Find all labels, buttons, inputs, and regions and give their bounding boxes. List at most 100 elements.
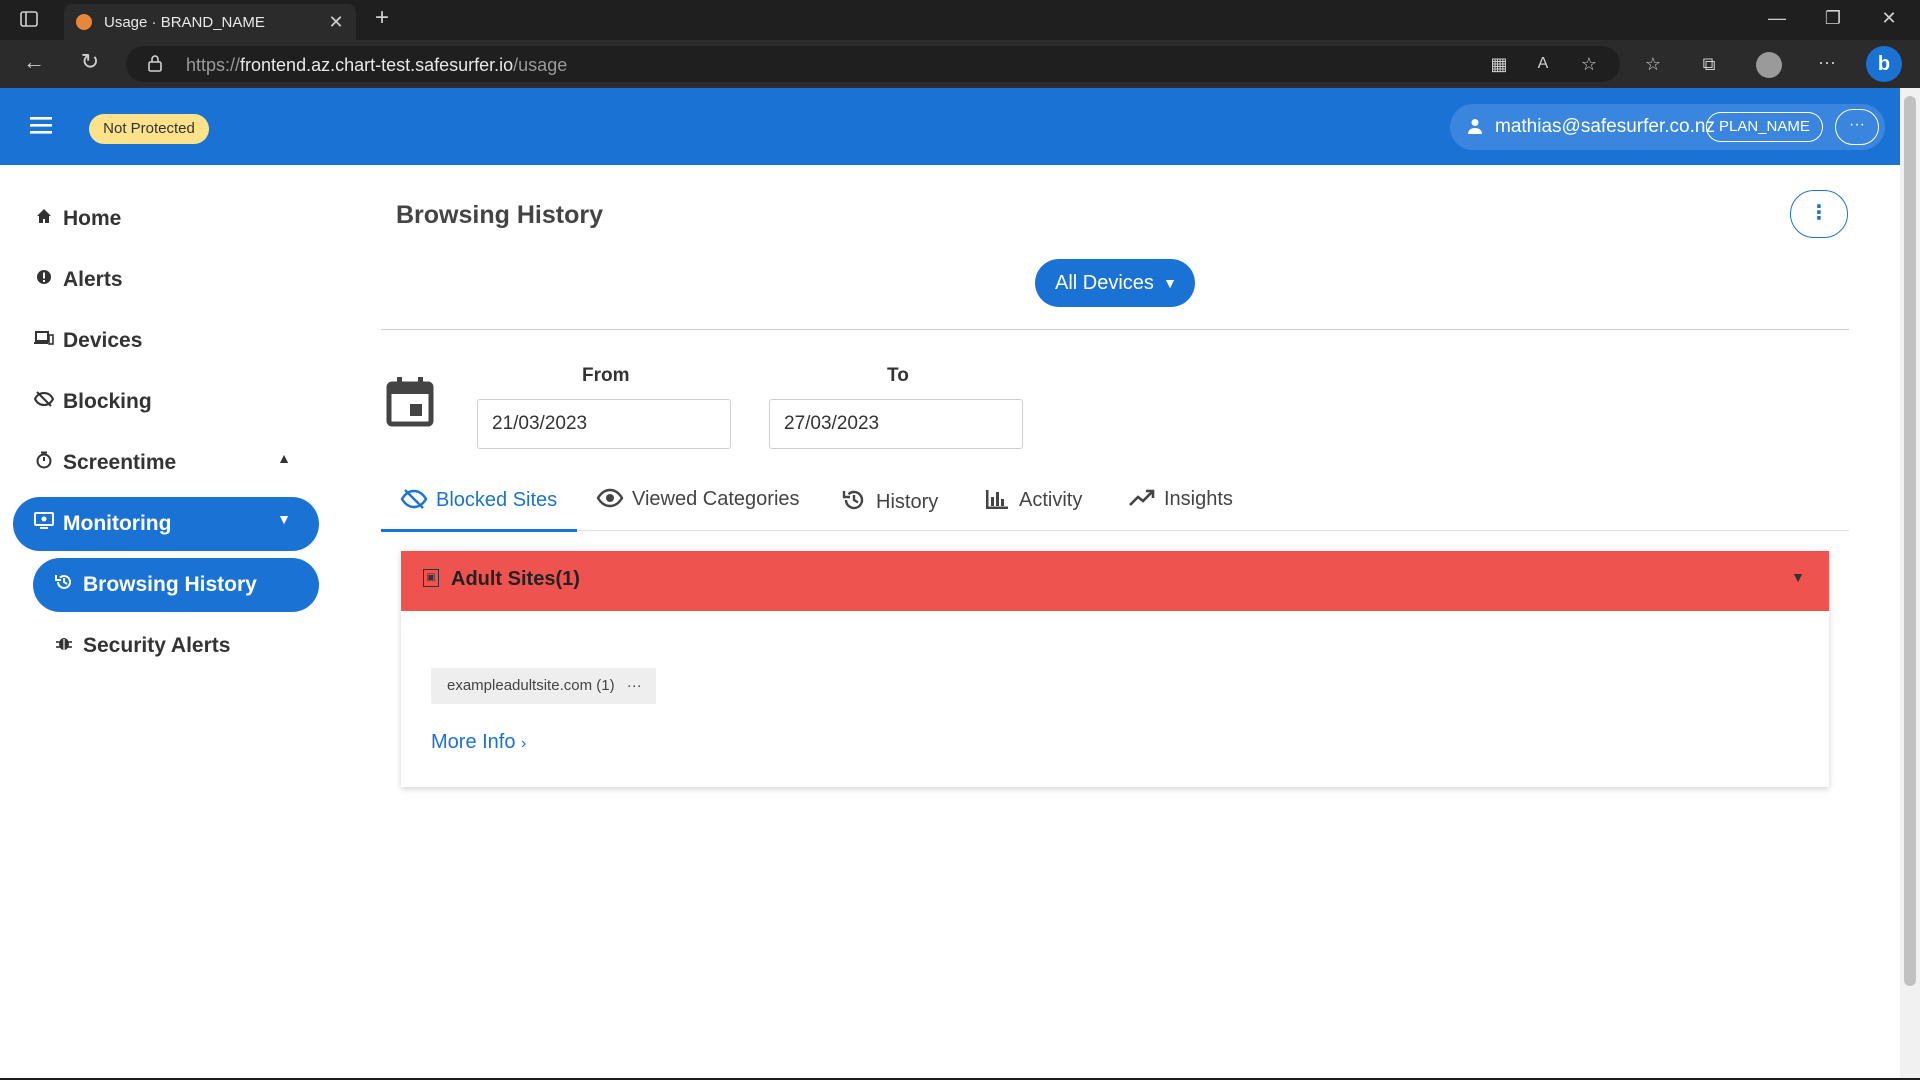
new-tab-icon[interactable]: +	[370, 6, 394, 30]
settings-more-icon[interactable]: ···	[1814, 52, 1840, 72]
site-chip[interactable]: exampleadultsite.com (1) ···	[431, 668, 656, 704]
divider	[381, 329, 1849, 330]
add-favorite-icon[interactable]: ☆	[1578, 54, 1600, 74]
sidebar-item-label: Monitoring	[63, 512, 172, 535]
tab-label: Viewed Categories	[632, 488, 800, 510]
page-scrollbar[interactable]	[1900, 88, 1920, 1078]
app-viewport: Not Protected mathias@safesurfer.co.nz P…	[0, 88, 1900, 1078]
sidebar-item-label: Browsing History	[83, 573, 257, 596]
favorites-icon[interactable]: ☆	[1642, 54, 1664, 74]
chevron-up-icon: ▲	[277, 450, 291, 466]
tab-insights[interactable]: Insights	[1128, 488, 1233, 530]
device-filter-dropdown[interactable]: All Devices ▼	[1035, 259, 1195, 307]
chevron-down-icon: ▼	[1791, 569, 1805, 585]
history-icon	[53, 573, 75, 595]
blocking-icon	[33, 390, 55, 412]
browser-tab[interactable]: Usage · BRAND_NAME ✕	[64, 4, 356, 40]
tab-label: Blocked Sites	[436, 489, 558, 511]
lock-icon	[146, 54, 164, 76]
sidebar-item-devices[interactable]: Devices	[13, 314, 319, 368]
sidebar-item-security-alerts[interactable]: Security Alerts	[33, 619, 319, 673]
favicon-icon	[76, 14, 92, 30]
close-window-icon[interactable]: ✕	[1878, 8, 1900, 28]
home-icon	[33, 207, 55, 229]
category-icon: ▣	[423, 569, 439, 587]
tab-actions-icon[interactable]	[18, 9, 40, 31]
tab-viewed-categories[interactable]: Viewed Categories	[596, 488, 800, 530]
page-options-button[interactable]: ⋮	[1790, 190, 1848, 238]
close-tab-icon[interactable]: ✕	[326, 12, 346, 32]
page-title: Browsing History	[396, 201, 603, 229]
sidebar-item-blocking[interactable]: Blocking	[13, 375, 319, 429]
eye-off-icon	[400, 488, 428, 512]
tab-history[interactable]: History	[840, 488, 938, 530]
url-field[interactable]: https://frontend.az.chart-test.safesurfe…	[126, 46, 1620, 82]
back-icon[interactable]: ←	[22, 51, 46, 73]
to-date-input[interactable]: 27/03/2023	[769, 399, 1023, 449]
from-label: From	[582, 365, 630, 386]
eye-icon	[596, 488, 624, 511]
bar-chart-icon	[983, 488, 1011, 512]
monitor-icon	[33, 512, 55, 534]
trend-icon	[1128, 488, 1156, 511]
app-top-bar: Not Protected mathias@safesurfer.co.nz P…	[0, 88, 1900, 165]
scrollbar-thumb[interactable]	[1904, 96, 1916, 986]
sidebar-item-alerts[interactable]: Alerts	[13, 253, 319, 307]
plan-badge[interactable]: PLAN_NAME	[1706, 112, 1823, 142]
tab-title: Usage · BRAND_NAME	[104, 14, 265, 31]
user-icon	[1468, 118, 1482, 134]
sidebar-item-label: Screentime	[63, 451, 177, 474]
account-box[interactable]: mathias@safesurfer.co.nz PLAN_NAME ···	[1450, 104, 1885, 150]
chevron-down-icon: ▼	[1163, 275, 1177, 291]
tab-activity[interactable]: Activity	[983, 488, 1082, 530]
more-info-link[interactable]: More Info ›	[431, 731, 526, 754]
site-chip-label: exampleadultsite.com (1)	[447, 677, 615, 694]
chevron-right-icon: ›	[521, 735, 527, 752]
sidebar-item-monitoring[interactable]: Monitoring ▼	[13, 497, 319, 551]
url-text: https://frontend.az.chart-test.safesurfe…	[186, 55, 568, 75]
active-tab-indicator	[381, 529, 577, 532]
chip-more-icon[interactable]: ···	[627, 677, 642, 694]
browser-tab-bar: Usage · BRAND_NAME ✕ + — ❐ ✕	[0, 0, 1920, 40]
sidebar-item-label: Security Alerts	[83, 634, 231, 657]
address-bar-row: ← ↻ https://frontend.az.chart-test.safes…	[0, 40, 1920, 88]
user-email: mathias@safesurfer.co.nz	[1495, 116, 1715, 137]
sidebar-item-label: Alerts	[63, 268, 123, 291]
kebab-menu-icon: ⋮	[1809, 202, 1829, 224]
sidebar-item-screentime[interactable]: Screentime ▲	[13, 436, 319, 490]
app-available-icon[interactable]: ▦	[1488, 54, 1510, 74]
history-icon	[840, 488, 868, 514]
calendar-icon	[386, 376, 434, 428]
device-filter-label: All Devices	[1055, 272, 1154, 294]
category-title: Adult Sites(1)	[451, 568, 580, 590]
category-card-header[interactable]: ▣ Adult Sites(1) ▼	[401, 551, 1829, 611]
reload-icon[interactable]: ↻	[78, 51, 102, 73]
tab-label: Activity	[1019, 489, 1083, 511]
minimize-icon[interactable]: —	[1766, 8, 1788, 28]
sidebar-item-label: Devices	[63, 329, 143, 352]
timer-icon	[33, 451, 55, 473]
devices-icon	[33, 329, 55, 351]
sidebar-item-home[interactable]: Home	[13, 192, 319, 246]
to-label: To	[887, 365, 909, 386]
tab-blocked-sites[interactable]: Blocked Sites	[400, 488, 557, 530]
restore-icon[interactable]: ❐	[1822, 8, 1844, 28]
category-card: ▣ Adult Sites(1) ▼ exampleadultsite.com …	[401, 551, 1829, 787]
protection-status-badge: Not Protected	[89, 114, 209, 144]
alert-icon	[33, 268, 55, 290]
bug-icon	[53, 634, 75, 656]
sidebar-item-label: Home	[63, 207, 122, 230]
from-date-input[interactable]: 21/03/2023	[477, 399, 731, 449]
bing-copilot-icon[interactable]: b	[1866, 46, 1902, 82]
tab-label: Insights	[1164, 488, 1233, 510]
sidebar-item-browsing-history[interactable]: Browsing History	[33, 558, 319, 612]
chevron-down-icon: ▼	[277, 511, 291, 527]
account-more-button[interactable]: ···	[1835, 109, 1879, 145]
tabs-divider	[381, 530, 1849, 531]
tab-label: History	[876, 491, 939, 513]
read-aloud-icon[interactable]: A	[1532, 54, 1554, 74]
menu-hamburger-icon[interactable]	[28, 114, 54, 136]
collections-icon[interactable]: ⧉	[1698, 54, 1720, 74]
profile-avatar-icon[interactable]	[1756, 52, 1782, 78]
sidebar-item-label: Blocking	[63, 390, 152, 413]
